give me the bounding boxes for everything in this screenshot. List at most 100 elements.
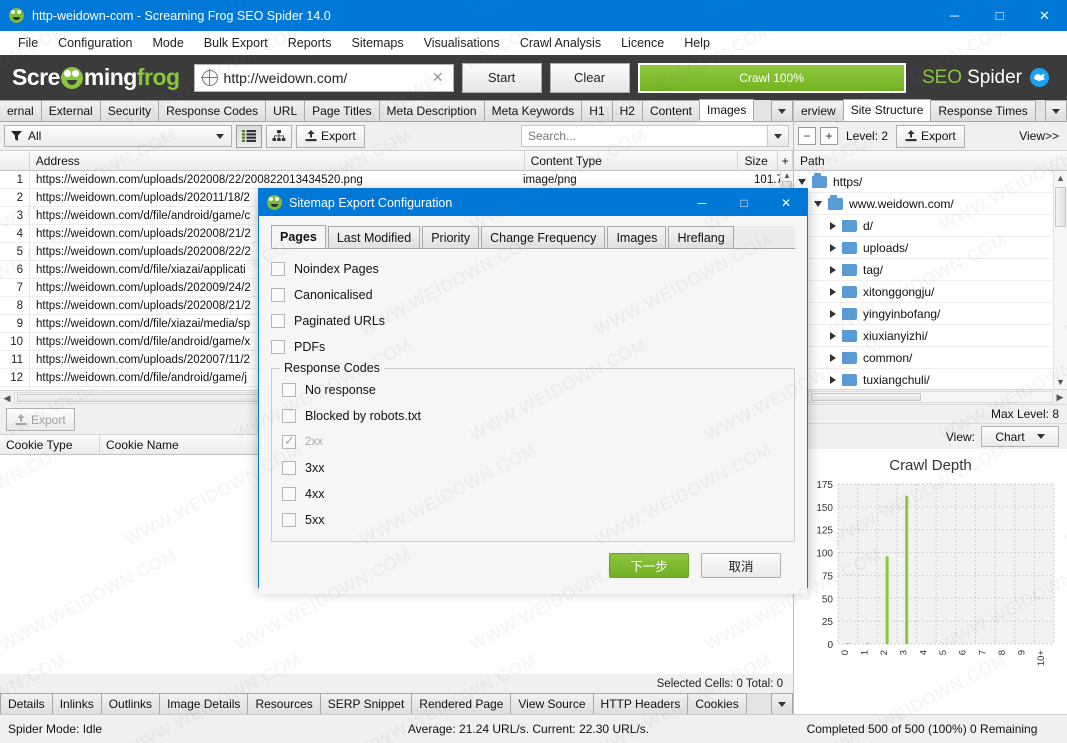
bottom-tab-inlinks[interactable]: Inlinks (51, 693, 102, 714)
hscroll-thumb[interactable] (17, 394, 265, 402)
url-bar[interactable]: ✕ (193, 63, 454, 92)
chevron-right-icon[interactable] (830, 243, 836, 252)
bottom-export-button[interactable]: Export (6, 408, 75, 431)
search-input[interactable] (521, 125, 767, 147)
view-more-link[interactable]: View>> (1019, 129, 1063, 143)
filter-dropdown[interactable]: All (4, 125, 232, 147)
tree-node[interactable]: tag/ (794, 259, 1053, 281)
bottom-tab-resources[interactable]: Resources (247, 693, 321, 714)
scroll-right-icon[interactable]: ▶ (1053, 392, 1067, 403)
tab-h2[interactable]: H2 (611, 100, 643, 121)
bottom-tab-rendered-page[interactable]: Rendered Page (411, 693, 512, 714)
menu-item-help[interactable]: Help (674, 33, 720, 53)
tab-ernal[interactable]: ernal (0, 100, 42, 121)
bottom-tab-image-details[interactable]: Image Details (159, 693, 249, 714)
bottom-tab-http-headers[interactable]: HTTP Headers (592, 693, 689, 714)
column-header-address[interactable]: Address (30, 150, 525, 171)
dialog-tab-last-modified[interactable]: Last Modified (327, 226, 421, 248)
tree-node[interactable]: tuxiangchuli/ (794, 369, 1053, 389)
bottom-tab-outlinks[interactable]: Outlinks (100, 693, 161, 714)
export-button[interactable]: Export (296, 124, 365, 148)
tree-node[interactable]: common/ (794, 347, 1053, 369)
tree-scroll-thumb[interactable] (1055, 187, 1066, 227)
maximize-button[interactable]: □ (977, 0, 1022, 31)
dialog-tab-priority[interactable]: Priority (422, 226, 480, 248)
dialog-maximize-button[interactable]: □ (723, 189, 765, 216)
right-tab-site-structure[interactable]: Site Structure (842, 99, 932, 121)
tree-node[interactable]: www.weidown.com/ (794, 193, 1053, 215)
search-box[interactable] (521, 125, 789, 147)
bottom-tab-overflow-icon[interactable] (771, 693, 793, 714)
dialog-minimize-button[interactable]: ─ (681, 189, 723, 216)
menu-item-configuration[interactable]: Configuration (48, 33, 142, 53)
dialog-tab-images[interactable]: Images (607, 226, 667, 248)
checkbox[interactable] (271, 262, 285, 276)
tab-url[interactable]: URL (265, 100, 306, 121)
url-input[interactable] (223, 69, 427, 86)
response-code-3xx[interactable]: 3xx (282, 455, 784, 481)
path-column-header[interactable]: Path (794, 151, 1067, 171)
tab-images[interactable]: Images (699, 99, 755, 121)
tab-meta-description[interactable]: Meta Description (378, 100, 485, 121)
dialog-tab-hreflang[interactable]: Hreflang (668, 226, 734, 248)
menu-item-licence[interactable]: Licence (611, 33, 674, 53)
chevron-right-icon[interactable] (830, 375, 836, 384)
page-option-canonicalised[interactable]: Canonicalised (271, 282, 795, 308)
menu-item-crawl-analysis[interactable]: Crawl Analysis (510, 33, 611, 53)
checkbox[interactable] (282, 461, 296, 475)
chevron-right-icon[interactable] (830, 309, 836, 318)
tree-scroll-down-icon[interactable]: ▼ (1056, 375, 1065, 389)
response-code-4xx[interactable]: 4xx (282, 481, 784, 507)
checkbox[interactable] (282, 513, 296, 527)
expand-all-icon[interactable]: + (820, 127, 838, 145)
checkbox[interactable] (271, 288, 285, 302)
right-tab-erview[interactable]: erview (794, 100, 844, 121)
right-tab-overflow-icon[interactable] (1045, 100, 1067, 121)
minimize-button[interactable]: ─ (932, 0, 977, 31)
tab-content[interactable]: Content (641, 100, 700, 121)
clear-button[interactable]: Clear (549, 62, 630, 93)
view-type-dropdown[interactable]: Chart (981, 426, 1059, 447)
right-tab-response-times[interactable]: Response Times (930, 100, 1036, 121)
tree-node[interactable]: https/ (794, 171, 1053, 193)
menu-item-reports[interactable]: Reports (278, 33, 342, 53)
next-button[interactable]: 下一步 (609, 552, 689, 578)
chevron-right-icon[interactable] (830, 265, 836, 274)
tree-view-icon[interactable] (266, 124, 292, 148)
collapse-all-icon[interactable]: − (798, 127, 816, 145)
chevron-right-icon[interactable] (830, 221, 836, 230)
menu-item-mode[interactable]: Mode (143, 33, 194, 53)
checkbox[interactable] (271, 340, 285, 354)
bottom-tab-cookies[interactable]: Cookies (687, 693, 747, 714)
checkbox[interactable] (282, 487, 296, 501)
tree-node[interactable]: xitonggongju/ (794, 281, 1053, 303)
cancel-button[interactable]: 取消 (701, 552, 781, 578)
response-code-no-response[interactable]: No response (282, 377, 784, 403)
column-header-size[interactable]: Size (738, 150, 779, 171)
tab-response-codes[interactable]: Response Codes (158, 100, 267, 121)
dialog-tab-pages[interactable]: Pages (271, 225, 326, 248)
tab-meta-keywords[interactable]: Meta Keywords (483, 100, 583, 121)
dialog-tab-change-frequency[interactable]: Change Frequency (481, 226, 606, 248)
twitter-icon[interactable] (1030, 68, 1049, 87)
menu-item-visualisations[interactable]: Visualisations (414, 33, 510, 53)
scroll-left-icon[interactable]: ◀ (0, 393, 14, 404)
bottom-tab-details[interactable]: Details (0, 693, 53, 714)
tab-external[interactable]: External (40, 100, 101, 121)
column-header-content-type[interactable]: Content Type (525, 150, 739, 171)
clear-url-icon[interactable]: ✕ (427, 69, 449, 86)
bottom-tab-serp-snippet[interactable]: SERP Snippet (319, 693, 413, 714)
chevron-down-icon[interactable] (798, 178, 806, 185)
checkbox[interactable] (282, 383, 296, 397)
chevron-right-icon[interactable] (830, 353, 836, 362)
response-code-blocked-by-robots-txt[interactable]: Blocked by robots.txt (282, 403, 784, 429)
chevron-down-icon[interactable] (814, 200, 822, 207)
column-header-cookie-type[interactable]: Cookie Type (0, 434, 100, 455)
response-code-5xx[interactable]: 5xx (282, 507, 784, 533)
search-dropdown-icon[interactable] (767, 125, 789, 147)
tree-node[interactable]: uploads/ (794, 237, 1053, 259)
menu-item-bulk-export[interactable]: Bulk Export (194, 33, 278, 53)
tab-page-titles[interactable]: Page Titles (304, 100, 380, 121)
dialog-close-button[interactable]: ✕ (765, 189, 807, 216)
tab-h1[interactable]: H1 (581, 100, 613, 121)
